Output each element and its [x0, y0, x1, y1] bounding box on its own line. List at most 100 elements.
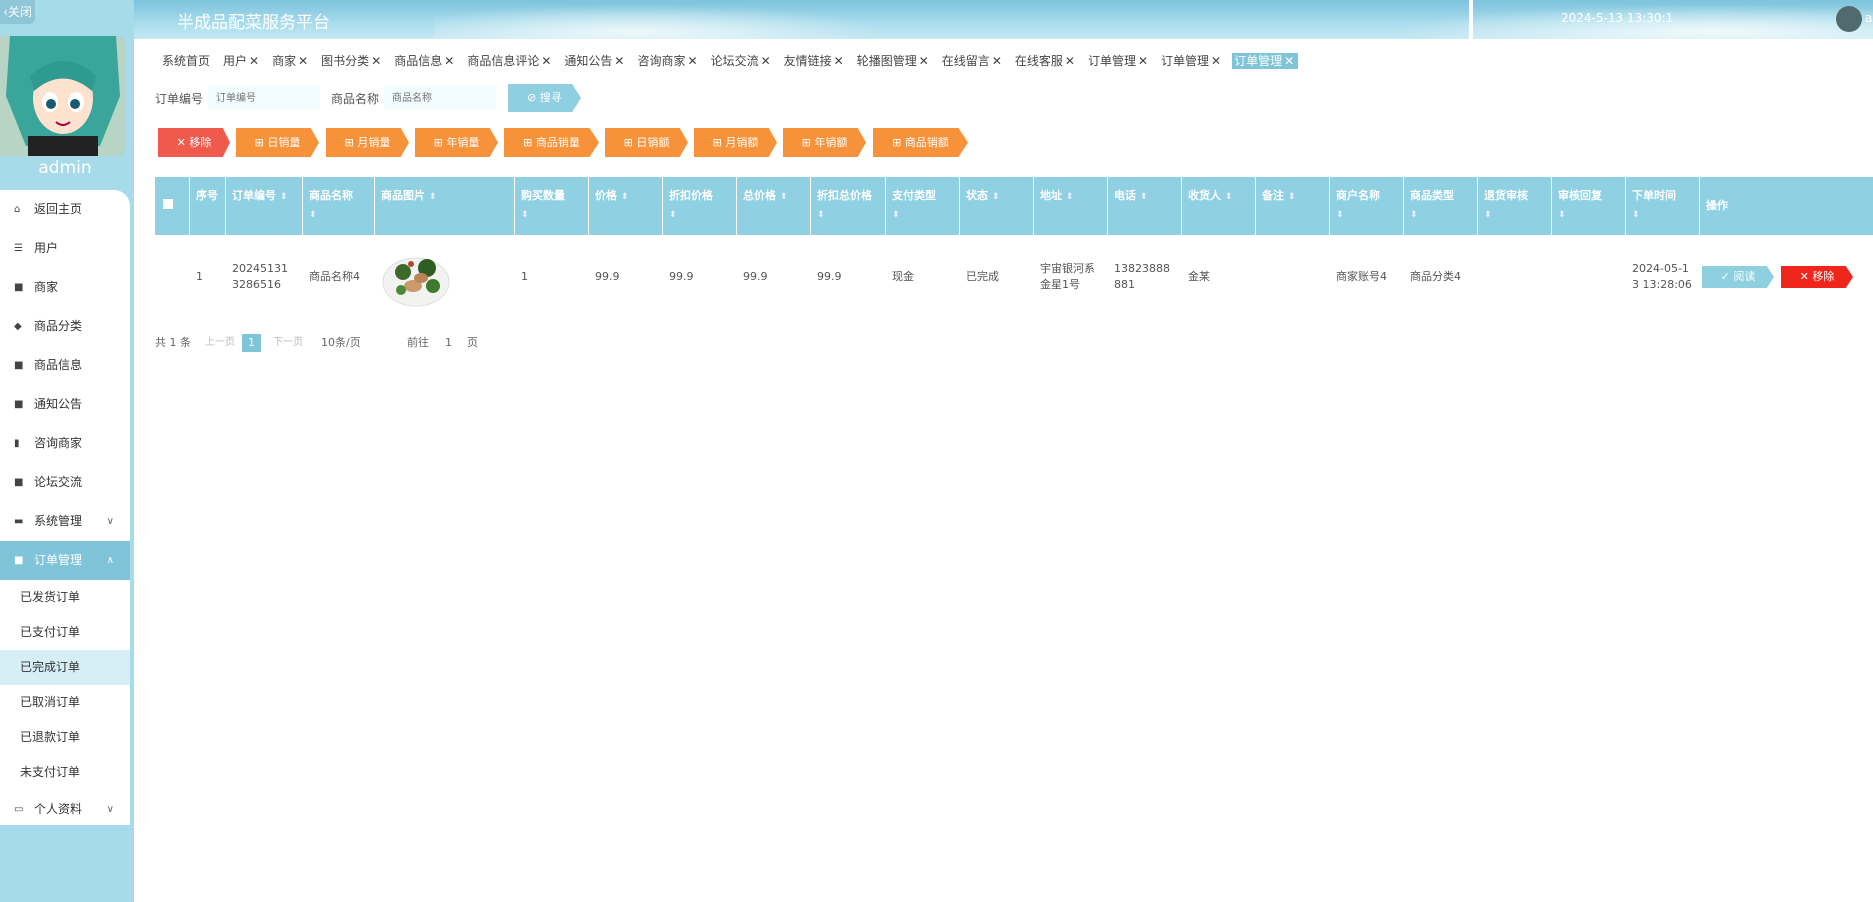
daily-sales-button[interactable]: ⊞ 日销量: [236, 128, 319, 157]
tab-service[interactable]: 在线客服 ✕: [1013, 53, 1079, 69]
submenu-completed-orders[interactable]: 已完成订单: [0, 650, 130, 685]
sidebar-item-consult[interactable]: ▮ 咨询商家: [0, 424, 130, 463]
export-icon: ⊞: [523, 136, 536, 149]
col-status[interactable]: 状态 ⬍: [960, 177, 1034, 235]
close-icon[interactable]: ✕: [614, 54, 624, 68]
col-phone[interactable]: 电话 ⬍: [1108, 177, 1182, 235]
submenu-cancelled-orders[interactable]: 已取消订单: [0, 685, 130, 720]
close-icon[interactable]: ✕: [919, 54, 929, 68]
sidebar-item-notices[interactable]: ■ 通知公告: [0, 385, 130, 424]
sidebar-item-merchants[interactable]: ■ 商家: [0, 268, 130, 307]
close-icon[interactable]: ✕: [834, 54, 844, 68]
tab-orders-1[interactable]: 订单管理 ✕: [1086, 53, 1152, 69]
tab-users[interactable]: 用户 ✕: [221, 53, 263, 69]
daily-revenue-button[interactable]: ⊞ 日销额: [605, 128, 688, 157]
col-audit-reply[interactable]: 审核回复 ⬍: [1552, 177, 1626, 235]
cell-order-no: 202451313286516: [232, 262, 288, 291]
monthly-revenue-button[interactable]: ⊞ 月销额: [694, 128, 777, 157]
col-category[interactable]: 商品类型 ⬍: [1404, 177, 1478, 235]
tab-messages[interactable]: 在线留言 ✕: [940, 53, 1006, 69]
col-quantity[interactable]: 购买数量 ⬍: [515, 177, 589, 235]
table-row[interactable]: 1 202451313286516 商品名称4 1 99.9 99.9 99.9…: [155, 235, 1873, 319]
col-total-price[interactable]: 总价格 ⬍: [737, 177, 811, 235]
orders-table: 序号 订单编号 ⬍ 商品名称 ⬍ 商品图片 ⬍ 购买数量 ⬍ 价格 ⬍ 折扣价格 ⬍ …: [155, 177, 1873, 319]
header-username[interactable]: ad: [1865, 11, 1873, 25]
close-icon[interactable]: ✕: [992, 54, 1002, 68]
home-icon: ⌂: [14, 204, 21, 215]
submenu-paid-orders[interactable]: 已支付订单: [0, 615, 130, 650]
tab-carousel[interactable]: 轮播图管理 ✕: [855, 53, 933, 69]
close-icon[interactable]: ✕: [298, 54, 308, 68]
col-address[interactable]: 地址 ⬍: [1034, 177, 1108, 235]
product-sales-button[interactable]: ⊞ 商品销量: [504, 128, 599, 157]
submenu-unpaid-orders[interactable]: 未支付订单: [0, 755, 130, 790]
tab-product-comments[interactable]: 商品信息评论 ✕: [465, 53, 555, 69]
sidebar-item-category[interactable]: ◆ 商品分类: [0, 307, 130, 346]
col-return-audit[interactable]: 退货审核 ⬍: [1478, 177, 1552, 235]
pager-prev[interactable]: 上一页: [205, 334, 235, 352]
product-name-input[interactable]: [384, 86, 496, 110]
product-image[interactable]: [381, 242, 451, 312]
order-no-input[interactable]: [208, 86, 320, 110]
col-remark[interactable]: 备注 ⬍: [1256, 177, 1330, 235]
pager-current-page[interactable]: 1: [242, 334, 261, 352]
close-icon[interactable]: ✕: [1211, 54, 1221, 68]
user-avatar[interactable]: [1836, 6, 1862, 32]
sidebar-item-users[interactable]: ☰ 用户: [0, 229, 130, 268]
submenu-shipped-orders[interactable]: 已发货订单: [0, 580, 130, 615]
sidebar-item-home[interactable]: ⌂ 返回主页: [0, 190, 130, 229]
close-icon[interactable]: ✕: [1284, 54, 1294, 68]
sidebar-item-system[interactable]: ▬ 系统管理 ∨: [0, 502, 130, 541]
close-icon[interactable]: ✕: [761, 54, 771, 68]
col-order-no[interactable]: 订单编号 ⬍: [226, 177, 303, 235]
tab-orders-2[interactable]: 订单管理 ✕: [1159, 53, 1225, 69]
yearly-sales-button[interactable]: ⊞ 年销量: [415, 128, 498, 157]
pager-next[interactable]: 下一页: [273, 334, 303, 352]
sidebar-item-profile[interactable]: ▭ 个人资料 ∨: [0, 790, 130, 825]
close-button[interactable]: ‹关闭: [0, 0, 35, 24]
sidebar-item-forum[interactable]: ■ 论坛交流: [0, 463, 130, 502]
close-icon[interactable]: ✕: [249, 54, 259, 68]
row-remove-button[interactable]: ✕ 移除: [1781, 266, 1853, 288]
cell-total-price: 99.9: [743, 270, 768, 283]
close-icon[interactable]: ✕: [1065, 54, 1075, 68]
monthly-sales-button[interactable]: ⊞ 月销量: [326, 128, 409, 157]
yearly-revenue-button[interactable]: ⊞ 年销额: [783, 128, 866, 157]
tab-orders-active[interactable]: 订单管理 ✕: [1232, 53, 1299, 69]
tab-products[interactable]: 商品信息 ✕: [392, 53, 458, 69]
tab-home[interactable]: 系统首页: [160, 53, 214, 69]
col-product-image[interactable]: 商品图片 ⬍: [375, 177, 515, 235]
sidebar-item-products[interactable]: ■ 商品信息: [0, 346, 130, 385]
col-product-name[interactable]: 商品名称 ⬍: [303, 177, 375, 235]
col-receiver[interactable]: 收货人 ⬍: [1182, 177, 1256, 235]
tab-consult[interactable]: 咨询商家 ✕: [635, 53, 701, 69]
submenu-refunded-orders[interactable]: 已退款订单: [0, 720, 130, 755]
col-discount-price[interactable]: 折扣价格 ⬍: [663, 177, 737, 235]
tab-notices[interactable]: 通知公告 ✕: [562, 53, 628, 69]
close-icon[interactable]: ✕: [444, 54, 454, 68]
col-order-time[interactable]: 下单时间 ⬍: [1626, 177, 1700, 235]
search-button[interactable]: ⊘ 搜寻: [508, 84, 581, 112]
read-button[interactable]: ✓ 阅读: [1702, 266, 1774, 288]
col-actions: 操作: [1706, 199, 1728, 212]
pager-page-size[interactable]: 10条/页: [321, 334, 361, 352]
col-discount-total[interactable]: 折扣总价格 ⬍: [811, 177, 886, 235]
close-icon[interactable]: ✕: [541, 54, 551, 68]
site-title: 半成品配菜服务平台: [177, 13, 330, 33]
product-revenue-button[interactable]: ⊞ 商品销额: [873, 128, 968, 157]
tab-links[interactable]: 友情链接 ✕: [782, 53, 848, 69]
pager-goto-input[interactable]: 1: [445, 334, 452, 352]
col-pay-type[interactable]: 支付类型 ⬍: [886, 177, 960, 235]
col-index[interactable]: 序号: [190, 177, 226, 235]
select-all-checkbox[interactable]: [155, 177, 190, 235]
sidebar-item-orders[interactable]: ■ 订单管理 ∧: [0, 541, 130, 580]
tab-forum[interactable]: 论坛交流 ✕: [709, 53, 775, 69]
col-price[interactable]: 价格 ⬍: [589, 177, 663, 235]
close-icon[interactable]: ✕: [688, 54, 698, 68]
tab-book-category[interactable]: 图书分类 ✕: [319, 53, 385, 69]
close-icon[interactable]: ✕: [1138, 54, 1148, 68]
close-icon[interactable]: ✕: [371, 54, 381, 68]
tab-merchants[interactable]: 商家 ✕: [270, 53, 312, 69]
remove-button[interactable]: ✕ 移除: [158, 128, 230, 157]
col-merchant[interactable]: 商户名称 ⬍: [1330, 177, 1404, 235]
